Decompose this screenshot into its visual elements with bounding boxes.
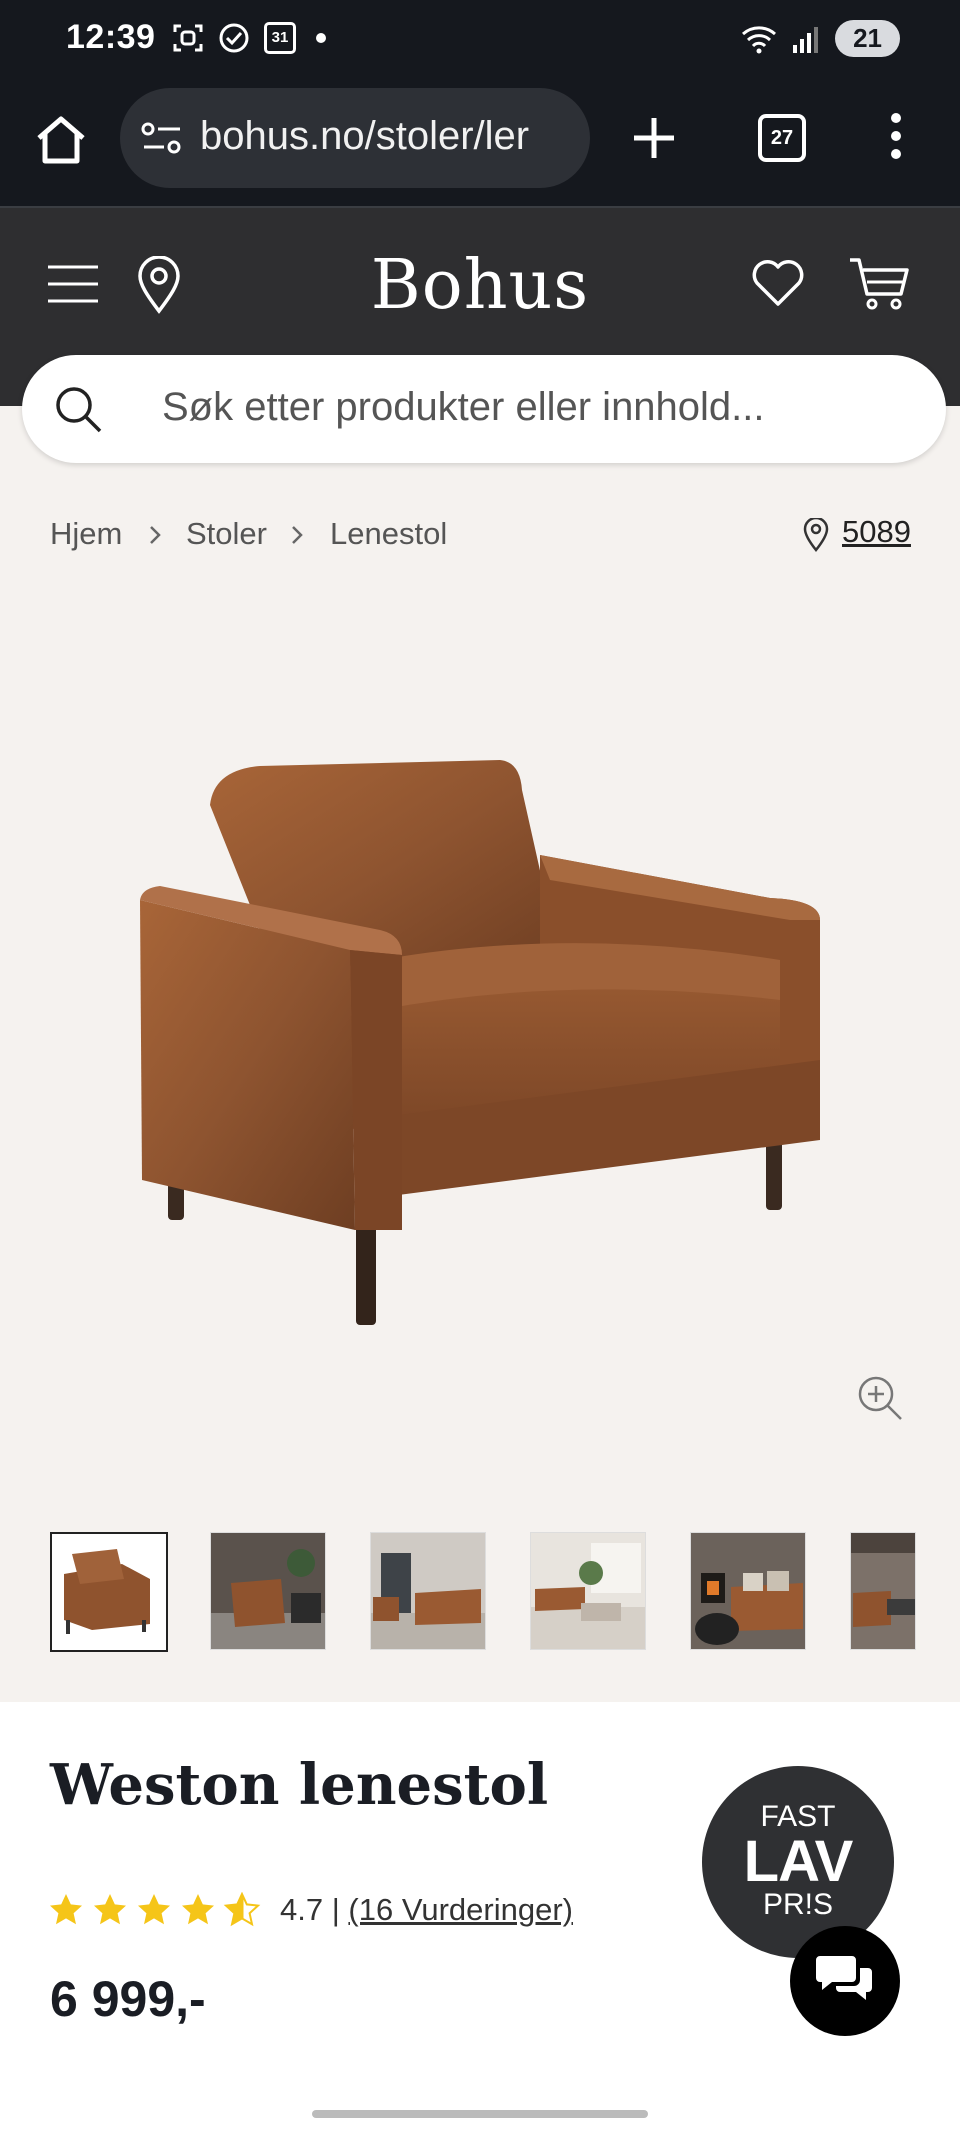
status-bar: 12:39 31 21: [0, 0, 960, 84]
thumbnail-5[interactable]: [690, 1532, 806, 1650]
star-icon: [50, 1894, 82, 1925]
rating-stars: [50, 1893, 259, 1926]
breadcrumb-item-lenestol[interactable]: Lenestol: [330, 516, 447, 552]
star-icon: [138, 1894, 170, 1925]
gesture-home-bar[interactable]: [312, 2110, 648, 2118]
chevron-right-icon: [150, 526, 161, 544]
search-icon: [56, 387, 102, 433]
star-icon: [94, 1894, 126, 1925]
product-image[interactable]: [130, 760, 830, 1340]
dot-icon: [316, 33, 326, 43]
rating-separator: |: [331, 1892, 340, 1927]
search-input[interactable]: Søk etter produkter eller innhold...: [22, 355, 946, 463]
thumbnail-3[interactable]: [370, 1532, 486, 1650]
badge-line-3: PR!S: [762, 1888, 834, 1921]
tab-switcher-button[interactable]: 27: [758, 114, 806, 162]
store-number-link[interactable]: 5089: [842, 514, 911, 550]
new-tab-icon[interactable]: [632, 116, 676, 160]
calendar-icon: 31: [264, 22, 296, 54]
star-icon: [182, 1894, 214, 1925]
screenshot-icon: [173, 24, 203, 52]
breadcrumb-item-stoler[interactable]: Stoler: [186, 516, 267, 552]
wifi-icon: [742, 25, 777, 53]
battery-indicator: 21: [835, 20, 900, 57]
site-logo[interactable]: Bohus: [0, 246, 960, 325]
breadcrumb-item-hjem[interactable]: Hjem: [50, 516, 122, 552]
thumbnail-1[interactable]: [50, 1532, 168, 1652]
search-placeholder[interactable]: Søk etter produkter eller innhold...: [162, 385, 765, 430]
url-text[interactable]: bohus.no/stoler/ler: [200, 114, 580, 159]
thumbnail-4[interactable]: [530, 1532, 646, 1650]
cart-icon[interactable]: [848, 256, 910, 312]
home-icon[interactable]: [34, 114, 88, 166]
thumbnail-2[interactable]: [210, 1532, 326, 1650]
signal-icon: [793, 26, 819, 53]
url-bar[interactable]: bohus.no/stoler/ler: [120, 88, 590, 188]
thumbnail-6[interactable]: [850, 1532, 916, 1650]
site-settings-icon[interactable]: [140, 120, 184, 156]
store-pin-icon[interactable]: [802, 518, 830, 552]
chat-button[interactable]: [790, 1926, 900, 2036]
chat-bubbles-icon: [816, 1956, 872, 2000]
product-title: Weston lenestol: [50, 1752, 549, 1818]
status-time: 12:39: [66, 18, 156, 56]
star-half-icon: [225, 1893, 259, 1926]
check-circle-icon: [219, 23, 249, 53]
chevron-right-icon: [292, 526, 303, 544]
reviews-link[interactable]: (16 Vurderinger): [348, 1892, 573, 1927]
product-price: 6 999,-: [50, 1971, 206, 2027]
browser-toolbar: bohus.no/stoler/ler 27: [0, 84, 960, 208]
rating-value: 4.7: [280, 1892, 324, 1927]
more-menu-icon[interactable]: [888, 112, 904, 160]
zoom-in-icon[interactable]: [856, 1374, 904, 1422]
badge-line-2: LAV: [743, 1829, 854, 1894]
heart-icon[interactable]: [750, 258, 806, 308]
